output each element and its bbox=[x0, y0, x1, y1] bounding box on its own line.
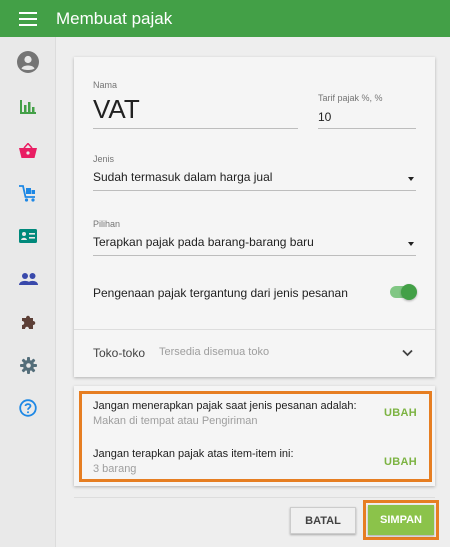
order-type-toggle-label: Pengenaan pajak tergantung dari jenis pe… bbox=[93, 286, 348, 300]
option-underline bbox=[93, 255, 416, 256]
sidebar-item-sales[interactable] bbox=[0, 135, 56, 165]
cancel-button[interactable]: BATAL bbox=[290, 507, 356, 534]
app-bar: Membuat pajak bbox=[0, 0, 450, 37]
chevron-down-icon[interactable] bbox=[402, 349, 413, 357]
sidebar-item-customers[interactable] bbox=[0, 264, 56, 294]
sidebar-item-items[interactable] bbox=[0, 178, 56, 208]
stores-divider bbox=[74, 329, 435, 330]
sidebar-item-settings[interactable] bbox=[0, 350, 56, 380]
rate-label: Tarif pajak %, % bbox=[318, 93, 383, 103]
employees-icon bbox=[19, 229, 37, 243]
items-icon bbox=[19, 184, 35, 202]
type-select[interactable]: Sudah termasuk dalam harga jual bbox=[93, 170, 272, 184]
footer-divider bbox=[74, 497, 435, 498]
save-button[interactable]: SIMPAN bbox=[368, 505, 434, 535]
option-select[interactable]: Terapkan pajak pada barang-barang baru bbox=[93, 235, 314, 249]
sidebar-item-employees[interactable] bbox=[0, 221, 56, 251]
customers-icon bbox=[18, 273, 38, 285]
sidebar-item-account[interactable] bbox=[0, 47, 56, 77]
integrations-icon bbox=[21, 315, 35, 329]
help-icon bbox=[19, 399, 37, 417]
name-underline bbox=[93, 128, 298, 129]
order-type-exception-title: Jangan menerapkan pajak saat jenis pesan… bbox=[93, 400, 357, 412]
change-order-type-button[interactable]: UBAH bbox=[384, 407, 417, 419]
account-icon bbox=[17, 51, 39, 73]
sales-icon bbox=[19, 142, 37, 158]
order-type-exception-value: Makan di tempat atau Pengiriman bbox=[93, 415, 258, 427]
order-type-toggle-knob[interactable] bbox=[401, 284, 417, 300]
change-items-button[interactable]: UBAH bbox=[384, 456, 417, 468]
name-field[interactable]: VAT bbox=[93, 94, 140, 125]
page-title: Membuat pajak bbox=[56, 8, 173, 28]
stores-label: Toko-toko bbox=[93, 346, 146, 360]
items-exception-value: 3 barang bbox=[93, 463, 137, 475]
sidebar-item-integrations[interactable] bbox=[0, 307, 56, 337]
stores-value: Tersedia disemua toko bbox=[159, 346, 270, 358]
type-dropdown-icon[interactable] bbox=[408, 177, 414, 181]
items-exception-title: Jangan terapkan pajak atas item-item ini… bbox=[93, 448, 294, 460]
rate-field[interactable]: 10 bbox=[318, 110, 331, 124]
sidebar bbox=[0, 37, 56, 547]
sidebar-item-help[interactable] bbox=[0, 393, 56, 423]
name-label: Nama bbox=[93, 80, 118, 90]
option-dropdown-icon[interactable] bbox=[408, 242, 414, 246]
sidebar-item-reports[interactable] bbox=[0, 92, 56, 122]
option-label: Pilihan bbox=[93, 219, 121, 229]
type-label: Jenis bbox=[93, 154, 115, 164]
menu-icon[interactable] bbox=[19, 11, 37, 26]
type-underline bbox=[93, 190, 416, 191]
settings-icon bbox=[19, 356, 37, 374]
reports-icon bbox=[20, 100, 36, 114]
rate-underline bbox=[318, 128, 416, 129]
